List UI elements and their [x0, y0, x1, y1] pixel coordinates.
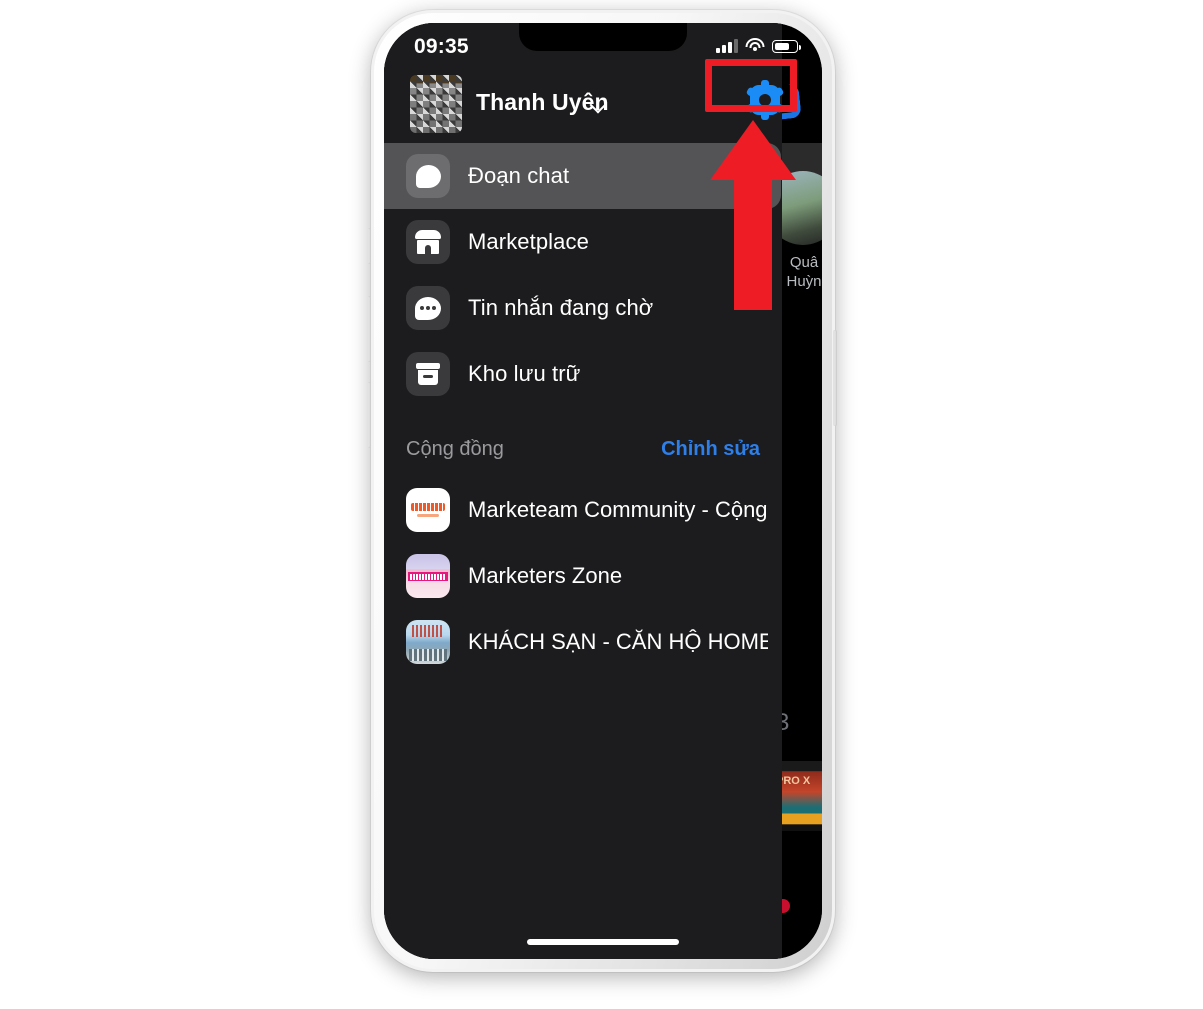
silent-switch-button[interactable] — [367, 228, 371, 264]
community-avatar-marketers-zone — [406, 554, 450, 598]
menu-item-kho-luu-tru[interactable]: Kho lưu trữ — [384, 341, 782, 407]
volume-up-button[interactable] — [367, 296, 371, 362]
message-request-icon — [406, 286, 450, 330]
screenshot-stage: Quâ Huỳn 3 PRO X Thanh Uyên Đoạn chat Ma… — [0, 0, 1203, 1009]
storefront-icon — [406, 220, 450, 264]
menu-item-label: Tin nhắn đang chờ — [468, 295, 654, 320]
highlight-box-annotation — [705, 59, 797, 112]
cellular-signal-icon — [716, 37, 738, 53]
chat-bubble-icon — [406, 154, 450, 198]
community-avatar-marketeam — [406, 488, 450, 532]
community-label: Marketeam Community - Cộng... — [468, 497, 768, 522]
wifi-icon — [745, 38, 765, 53]
home-indicator[interactable] — [527, 939, 679, 945]
communities-section-header: Cộng đồng Chỉnh sửa — [384, 421, 782, 477]
menu-item-label: Kho lưu trữ — [468, 361, 581, 386]
status-bar-time: 09:35 — [414, 35, 469, 58]
community-label: KHÁCH SẠN - CĂN HỘ HOMES... — [468, 629, 768, 654]
menu-item-label: Marketplace — [468, 229, 589, 254]
avatar[interactable] — [410, 75, 462, 133]
profile-name[interactable]: Thanh Uyên — [476, 89, 609, 116]
community-item-khach-san[interactable]: KHÁCH SẠN - CĂN HỘ HOMES... — [384, 609, 782, 675]
archive-box-icon — [406, 352, 450, 396]
power-button[interactable] — [833, 330, 837, 426]
status-bar-indicators — [716, 37, 802, 53]
community-avatar-khach-san — [406, 620, 450, 664]
device-notch — [519, 23, 687, 51]
community-item-marketeam[interactable]: Marketeam Community - Cộng... — [384, 477, 782, 543]
battery-icon — [772, 40, 802, 53]
volume-down-button[interactable] — [367, 382, 371, 448]
community-label: Marketers Zone — [468, 563, 623, 588]
communities-title: Cộng đồng — [406, 437, 504, 460]
up-arrow-annotation — [710, 120, 796, 310]
community-item-marketers-zone[interactable]: Marketers Zone — [384, 543, 782, 609]
menu-item-label: Đoạn chat — [468, 163, 570, 188]
communities-edit-link[interactable]: Chỉnh sửa — [661, 438, 760, 461]
